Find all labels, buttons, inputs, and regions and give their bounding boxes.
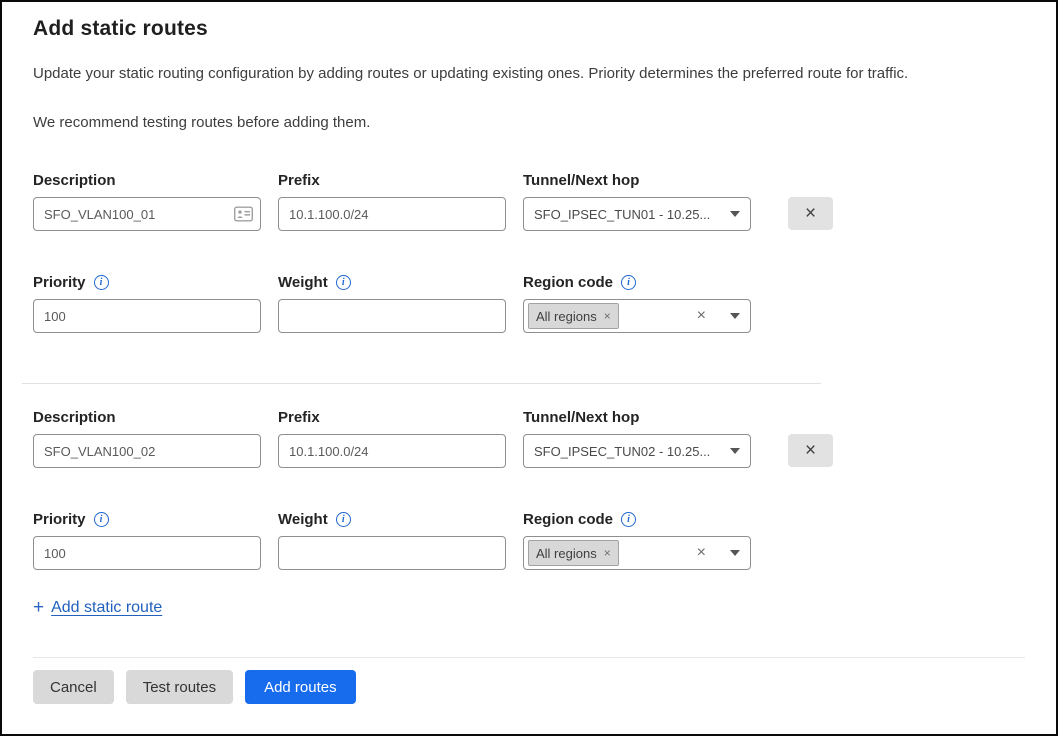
- chevron-down-icon: [730, 448, 740, 454]
- weight-input[interactable]: [278, 299, 506, 333]
- description-input[interactable]: [33, 197, 261, 231]
- tunnel-select[interactable]: SFO_IPSEC_TUN01 - 10.25...: [523, 197, 751, 231]
- remove-route-button[interactable]: ×: [788, 434, 833, 467]
- plus-icon: +: [33, 598, 44, 617]
- region-code-label: Region code i: [523, 273, 751, 291]
- route-divider: [22, 383, 821, 384]
- priority-label: Priority i: [33, 510, 261, 528]
- chevron-down-icon: [730, 211, 740, 217]
- add-static-route-link[interactable]: + Add static route: [33, 598, 162, 617]
- add-static-route-label: Add static route: [51, 599, 162, 617]
- intro-text: Update your static routing configuration…: [33, 65, 1025, 82]
- description-input[interactable]: [33, 434, 261, 468]
- footer-divider: [33, 657, 1025, 658]
- tunnel-select[interactable]: SFO_IPSEC_TUN02 - 10.25...: [523, 434, 751, 468]
- priority-info-icon[interactable]: i: [94, 512, 109, 527]
- chevron-down-icon: [730, 313, 740, 319]
- tunnel-selected-value: SFO_IPSEC_TUN02 - 10.25...: [534, 444, 722, 459]
- route-entry-1: Description: [33, 171, 1025, 333]
- tunnel-next-hop-label: Tunnel/Next hop: [523, 408, 751, 426]
- region-multiselect[interactable]: All regions × ×: [523, 536, 751, 570]
- footer-actions: Cancel Test routes Add routes: [33, 670, 1025, 704]
- route-entry-2: Description Prefix Tunnel/Next hop SFO_I…: [33, 408, 1025, 570]
- page-title: Add static routes: [33, 17, 1025, 41]
- priority-input[interactable]: [33, 299, 261, 333]
- chip-remove-icon[interactable]: ×: [604, 546, 611, 560]
- tunnel-selected-value: SFO_IPSEC_TUN01 - 10.25...: [534, 207, 722, 222]
- add-static-routes-dialog: Add static routes Update your static rou…: [0, 0, 1058, 736]
- priority-info-icon[interactable]: i: [94, 275, 109, 290]
- weight-info-icon[interactable]: i: [336, 512, 351, 527]
- region-chip: All regions ×: [528, 303, 619, 329]
- chevron-down-icon: [730, 550, 740, 556]
- add-routes-button[interactable]: Add routes: [245, 670, 356, 704]
- weight-label: Weight i: [278, 273, 506, 291]
- contact-card-icon: [234, 207, 253, 222]
- prefix-input[interactable]: [278, 434, 506, 468]
- prefix-input[interactable]: [278, 197, 506, 231]
- description-label: Description: [33, 408, 261, 426]
- tunnel-next-hop-label: Tunnel/Next hop: [523, 171, 751, 189]
- prefix-label: Prefix: [278, 171, 506, 189]
- weight-input[interactable]: [278, 536, 506, 570]
- cancel-button[interactable]: Cancel: [33, 670, 114, 704]
- weight-info-icon[interactable]: i: [336, 275, 351, 290]
- clear-selection-icon[interactable]: ×: [697, 545, 706, 561]
- test-routes-button[interactable]: Test routes: [126, 670, 233, 704]
- priority-input[interactable]: [33, 536, 261, 570]
- region-code-label: Region code i: [523, 510, 751, 528]
- weight-label: Weight i: [278, 510, 506, 528]
- priority-label: Priority i: [33, 273, 261, 291]
- recommendation-text: We recommend testing routes before addin…: [33, 114, 1025, 131]
- description-label: Description: [33, 171, 261, 189]
- region-info-icon[interactable]: i: [621, 275, 636, 290]
- region-info-icon[interactable]: i: [621, 512, 636, 527]
- prefix-label: Prefix: [278, 408, 506, 426]
- clear-selection-icon[interactable]: ×: [697, 308, 706, 324]
- chip-remove-icon[interactable]: ×: [604, 309, 611, 323]
- remove-route-button[interactable]: ×: [788, 197, 833, 230]
- region-chip: All regions ×: [528, 540, 619, 566]
- region-multiselect[interactable]: All regions × ×: [523, 299, 751, 333]
